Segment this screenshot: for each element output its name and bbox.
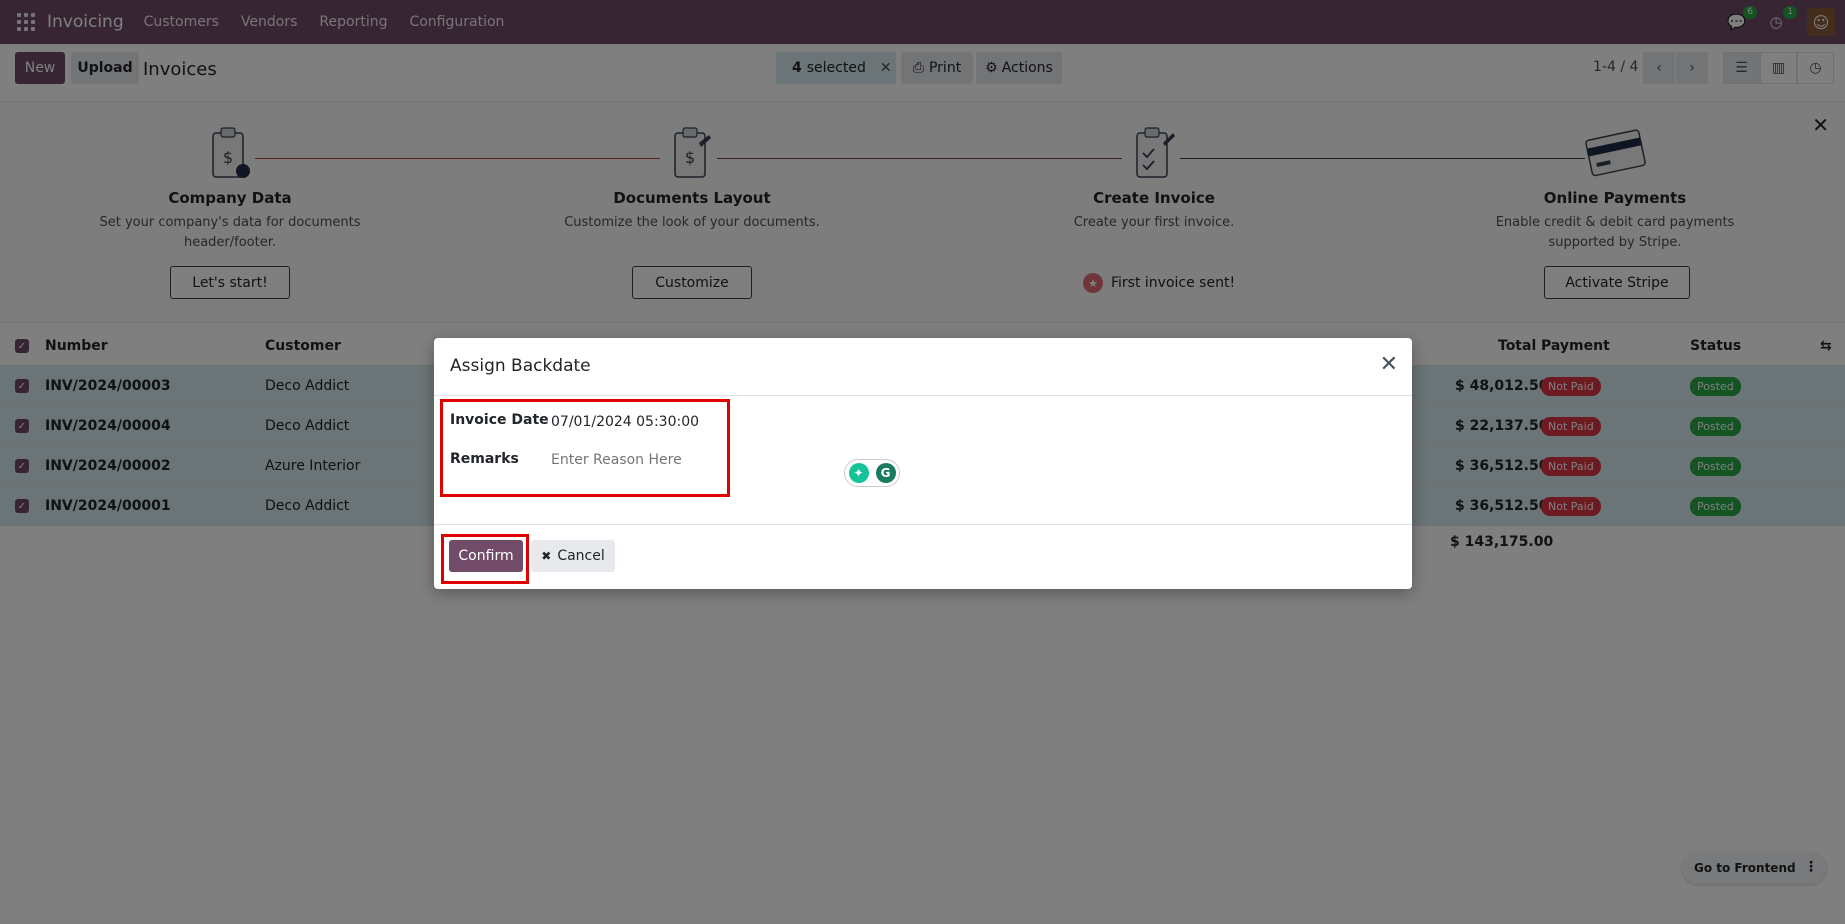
lightbulb-icon[interactable]: ✦ — [848, 463, 869, 483]
modal-body: Invoice Date 07/01/2024 05:30:00 Remarks… — [434, 396, 1412, 524]
modal-header: Assign Backdate ✕ — [434, 338, 1412, 396]
modal-title: Assign Backdate — [450, 356, 591, 376]
remarks-label: Remarks — [450, 451, 519, 467]
cancel-button[interactable]: ✖ Cancel — [531, 540, 615, 572]
cancel-label: Cancel — [557, 548, 605, 564]
grammarly-widget[interactable]: ✦ G — [844, 459, 900, 487]
invoice-date-field[interactable]: 07/01/2024 05:30:00 — [551, 414, 699, 430]
remarks-input[interactable] — [551, 452, 711, 468]
modal-footer: Confirm ✖ Cancel — [434, 524, 1412, 589]
grammarly-icon[interactable]: G — [875, 463, 896, 483]
assign-backdate-dialog: Assign Backdate ✕ Invoice Date 07/01/202… — [434, 338, 1412, 589]
close-icon[interactable]: ✕ — [1380, 352, 1398, 377]
invoice-date-label: Invoice Date — [450, 412, 549, 428]
cancel-x-icon: ✖ — [541, 549, 552, 563]
confirm-button[interactable]: Confirm — [449, 540, 523, 572]
